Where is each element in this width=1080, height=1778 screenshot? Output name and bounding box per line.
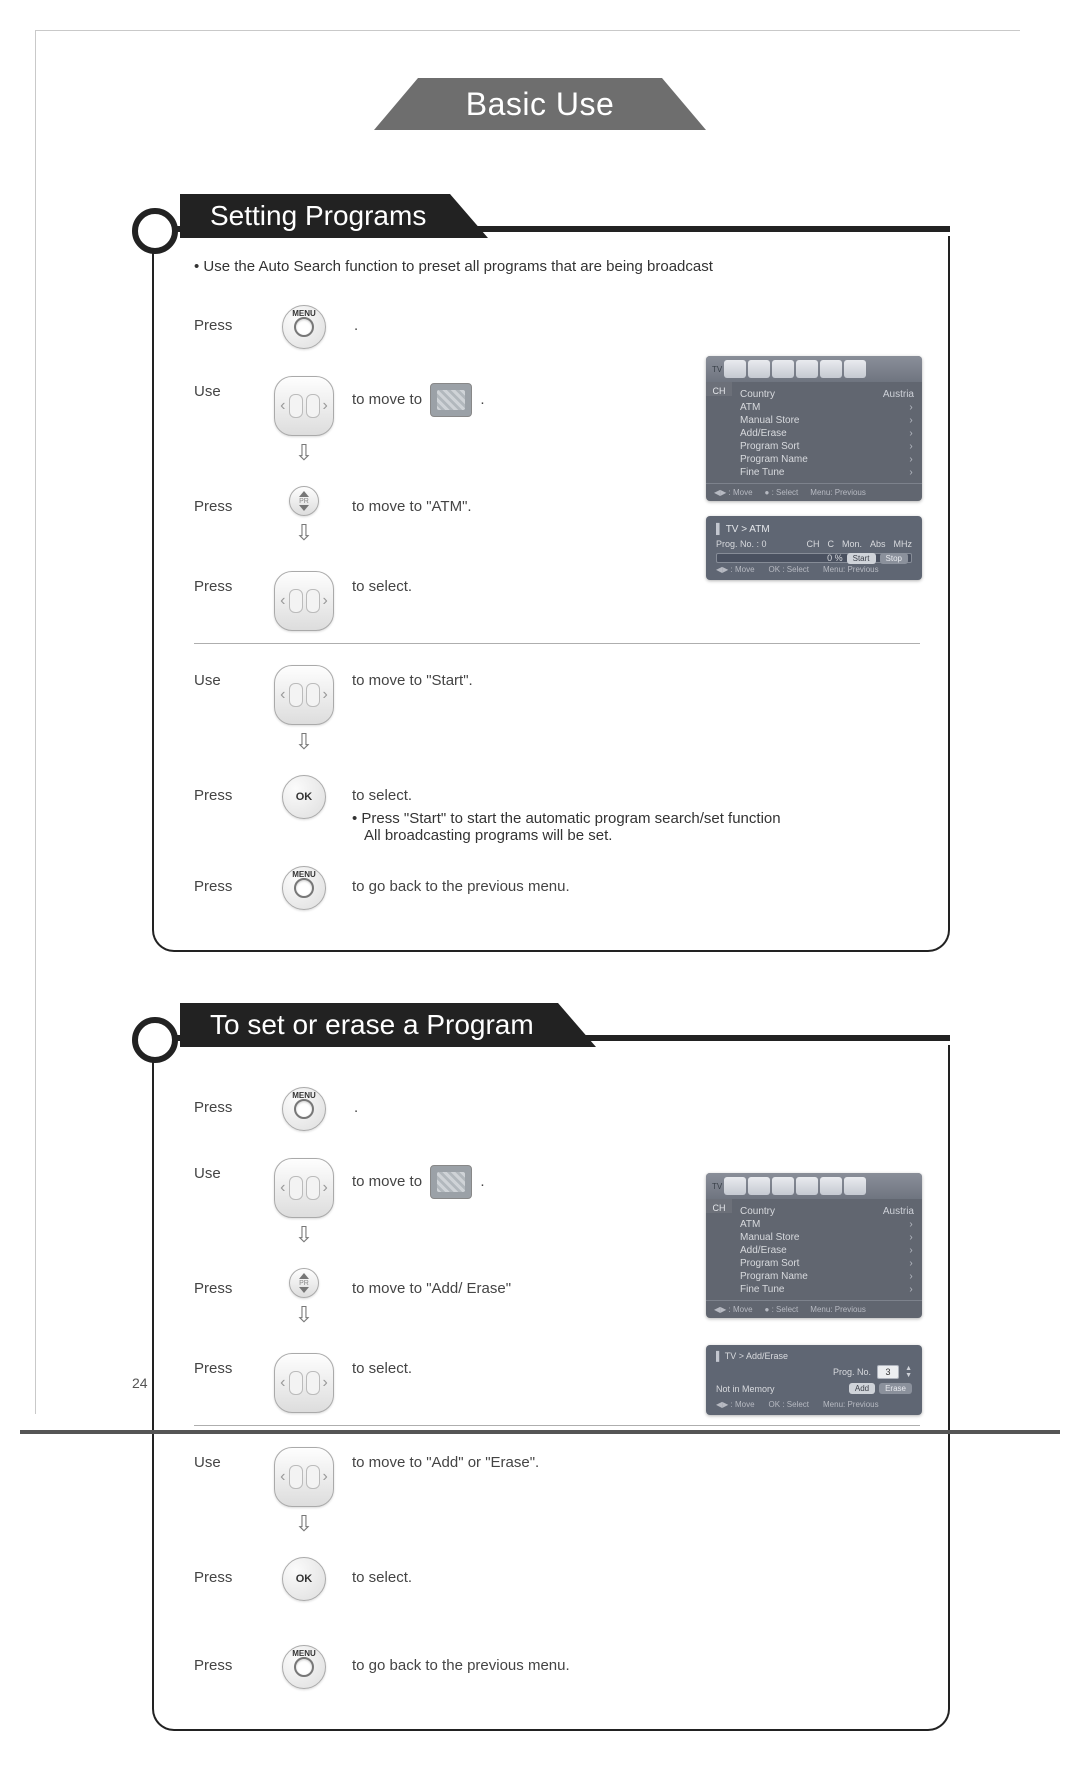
down-arrow-icon: ⇩ <box>295 1304 313 1326</box>
step-text: . <box>336 1087 920 1116</box>
step-text: to move to "ATM". <box>336 486 920 515</box>
ok-button-icon: OK <box>282 775 326 819</box>
left-right-rocker-icon: ‹› <box>274 571 334 631</box>
step: Press MENU to go back to the previous me… <box>194 1635 920 1701</box>
page-number: 24 <box>132 1375 148 1391</box>
up-down-rocker-icon: PR <box>289 1268 319 1298</box>
menu-button-icon: MENU <box>282 1087 326 1131</box>
step-text: to go back to the previous menu. <box>336 866 920 895</box>
step-text: to move to "Add" or "Erase". <box>336 1442 920 1471</box>
step-text: . <box>336 305 920 334</box>
content: Setting Programs Use the Auto Search fun… <box>130 190 950 1778</box>
down-arrow-icon: ⇩ <box>295 522 313 544</box>
down-arrow-icon: ⇩ <box>295 1224 313 1246</box>
step-text: to move to . <box>336 371 920 417</box>
tv-screen-icon <box>430 383 472 417</box>
step-word: Press <box>194 1348 272 1377</box>
menu-button-icon: MENU <box>282 866 326 910</box>
step: Press OK to select. <box>194 1547 920 1613</box>
down-arrow-icon: ⇩ <box>295 731 313 753</box>
step: Press ‹› to select. <box>194 556 920 643</box>
menu-button-icon: MENU <box>282 1645 326 1689</box>
step-word: Press <box>194 1645 272 1674</box>
section-bullet-circle <box>132 1017 178 1063</box>
step-word: Use <box>194 660 272 689</box>
step: Press MENU . <box>194 295 920 361</box>
section-setting-programs: Setting Programs Use the Auto Search fun… <box>130 190 950 954</box>
left-right-rocker-icon: ‹› <box>274 376 334 436</box>
step: Use ‹› ⇩ to move to . <box>194 361 920 476</box>
section-header: To set or erase a Program <box>152 999 950 1047</box>
step-text: to select. <box>336 1557 920 1586</box>
step: Use ‹› ⇩ to move to "Add" or "Erase". <box>194 1425 920 1547</box>
step: Press PR ⇩ to move to "Add/ Erase" <box>194 1258 920 1338</box>
section-title: Setting Programs <box>180 194 450 238</box>
section-intro: Use the Auto Search function to preset a… <box>194 258 920 275</box>
section-panel: Use the Auto Search function to preset a… <box>152 236 950 952</box>
step-text: to move to . <box>336 1153 920 1199</box>
tv-screen-icon <box>430 1165 472 1199</box>
step-text: to go back to the previous menu. <box>336 1645 920 1674</box>
step-word: Press <box>194 1268 272 1297</box>
step-word: Press <box>194 866 272 895</box>
step-text: to select. <box>336 566 920 595</box>
step: Press MENU to go back to the previous me… <box>194 856 920 922</box>
left-right-rocker-icon: ‹› <box>274 1447 334 1507</box>
step-word: Use <box>194 1153 272 1182</box>
step-word: Press <box>194 486 272 515</box>
step-word: Press <box>194 1087 272 1116</box>
step-text: to move to "Add/ Erase" <box>336 1268 920 1297</box>
left-right-rocker-icon: ‹› <box>274 1353 334 1413</box>
step-text: to move to "Start". <box>336 660 920 689</box>
menu-button-icon: MENU <box>282 305 326 349</box>
down-arrow-icon: ⇩ <box>295 1513 313 1535</box>
step: Press ‹› to select. <box>194 1338 920 1425</box>
left-right-rocker-icon: ‹› <box>274 665 334 725</box>
step: Use ‹› ⇩ to move to . <box>194 1143 920 1258</box>
down-arrow-icon: ⇩ <box>295 442 313 464</box>
step-word: Press <box>194 566 272 595</box>
step-subnote: Press "Start" to start the automatic pro… <box>352 810 920 844</box>
step: Press PR ⇩ to move to "ATM". <box>194 476 920 556</box>
ok-button-icon: OK <box>282 1557 326 1601</box>
left-right-rocker-icon: ‹› <box>274 1158 334 1218</box>
step-word: Press <box>194 305 272 334</box>
step-word: Use <box>194 371 272 400</box>
section-bullet-circle <box>132 208 178 254</box>
section-title: To set or erase a Program <box>180 1003 558 1047</box>
step-text: to select. Press "Start" to start the au… <box>336 775 920 844</box>
step: Press OK to select. Press "Start" to sta… <box>194 765 920 856</box>
section-set-erase-program: To set or erase a Program TV CH CountryA… <box>130 999 950 1733</box>
step-text: to select. <box>336 1348 920 1377</box>
step-word: Use <box>194 1442 272 1471</box>
section-panel: TV CH CountryAustria ATM› Manual Store› … <box>152 1045 950 1731</box>
step: Press MENU . <box>194 1077 920 1143</box>
up-down-rocker-icon: PR <box>289 486 319 516</box>
step-word: Press <box>194 775 272 804</box>
step: Use ‹› ⇩ to move to "Start". <box>194 643 920 765</box>
step-word: Press <box>194 1557 272 1586</box>
section-header: Setting Programs <box>152 190 950 238</box>
footer-rule <box>20 1430 1060 1434</box>
